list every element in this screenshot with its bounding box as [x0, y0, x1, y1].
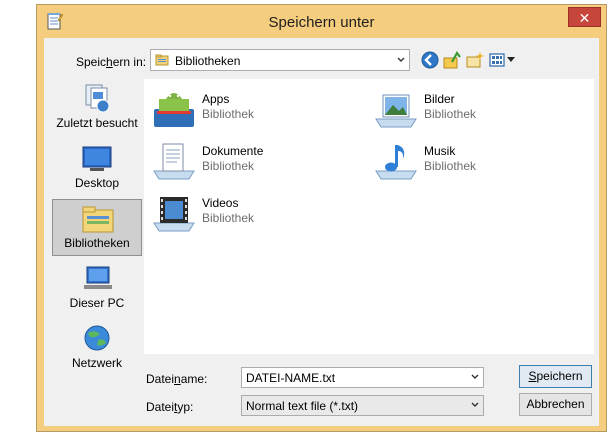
- dropdown-arrow-icon: [507, 57, 515, 62]
- list-item[interactable]: Apps Bibliothek: [148, 87, 368, 133]
- place-network[interactable]: Netzwerk: [52, 320, 142, 377]
- libraries-icon: [82, 206, 114, 233]
- list-item[interactable]: Videos Bibliothek: [148, 191, 368, 237]
- save-in-dropdown[interactable]: Bibliotheken: [150, 49, 410, 71]
- videos-library-icon: [153, 197, 195, 232]
- item-name: Musik: [424, 144, 456, 158]
- list-item[interactable]: Musik Bibliothek: [370, 139, 590, 185]
- dialog-body: Speichern in: Bibliotheken Zuletzt besuc…: [44, 38, 599, 426]
- places-bar: Zuletzt besucht Desktop Bibliotheken Die…: [51, 78, 143, 418]
- save-in-value: Bibliotheken: [175, 54, 241, 68]
- view-menu-icon: [489, 53, 505, 67]
- close-button[interactable]: ✕: [568, 7, 601, 27]
- item-type: Bibliothek: [202, 107, 255, 121]
- item-type: Bibliothek: [424, 107, 477, 121]
- filetype-label: Dateityp:: [146, 400, 194, 414]
- place-label: Netzwerk: [71, 356, 122, 370]
- place-label: Dieser PC: [69, 296, 125, 310]
- place-label: Desktop: [74, 176, 120, 190]
- dialog-title: Speichern unter: [268, 14, 375, 31]
- documents-library-icon: [153, 143, 195, 180]
- desktop-icon: [82, 146, 112, 171]
- save-button[interactable]: Speichern: [519, 365, 592, 388]
- list-item[interactable]: Bilder Bibliothek: [370, 87, 590, 133]
- item-name: Apps: [202, 92, 230, 106]
- back-icon[interactable]: [420, 50, 440, 70]
- libraries-icon: [155, 54, 169, 66]
- title-bar[interactable]: Speichern unter ✕: [37, 5, 606, 37]
- filetype-value: Normal text file (*.txt): [246, 399, 359, 413]
- place-desktop[interactable]: Desktop: [52, 140, 142, 197]
- item-name: Dokumente: [202, 144, 264, 158]
- filetype-select[interactable]: Normal text file (*.txt): [241, 395, 484, 416]
- cancel-button[interactable]: Abbrechen: [519, 393, 592, 416]
- filename-input[interactable]: DATEI-NAME.txt: [241, 367, 484, 388]
- chevron-down-icon: [471, 402, 479, 407]
- place-this-pc[interactable]: Dieser PC: [52, 260, 142, 317]
- place-recent[interactable]: Zuletzt besucht: [52, 80, 142, 137]
- network-icon: [84, 325, 110, 351]
- item-type: Bibliothek: [424, 159, 477, 173]
- chevron-down-icon[interactable]: [470, 371, 480, 383]
- up-folder-icon[interactable]: [442, 50, 462, 70]
- item-name: Videos: [202, 196, 239, 210]
- place-label: Bibliotheken: [64, 236, 130, 250]
- file-list[interactable]: Apps Bibliothek Bilder Bibliothek Dokume…: [144, 79, 594, 354]
- filename-label: Dateiname:: [146, 372, 208, 386]
- save-in-label: Speichern in:: [76, 55, 147, 69]
- place-libraries[interactable]: Bibliotheken: [52, 199, 142, 256]
- music-library-icon: [375, 145, 417, 180]
- list-item[interactable]: Dokumente Bibliothek: [148, 139, 368, 185]
- filename-value: DATEI-NAME.txt: [246, 371, 336, 385]
- item-name: Bilder: [424, 92, 455, 106]
- chevron-down-icon: [397, 57, 405, 62]
- new-folder-icon[interactable]: [465, 50, 485, 70]
- this-pc-icon: [84, 266, 112, 289]
- item-type: Bibliothek: [202, 211, 255, 225]
- save-as-dialog: Speichern unter ✕ Speichern in: Biblioth…: [36, 4, 607, 432]
- pictures-library-icon: [375, 94, 417, 128]
- apps-library-icon: [154, 93, 194, 127]
- item-type: Bibliothek: [202, 159, 255, 173]
- recent-places-icon: [85, 84, 110, 113]
- view-menu-button[interactable]: [489, 50, 517, 70]
- place-label: Zuletzt besucht: [56, 116, 138, 130]
